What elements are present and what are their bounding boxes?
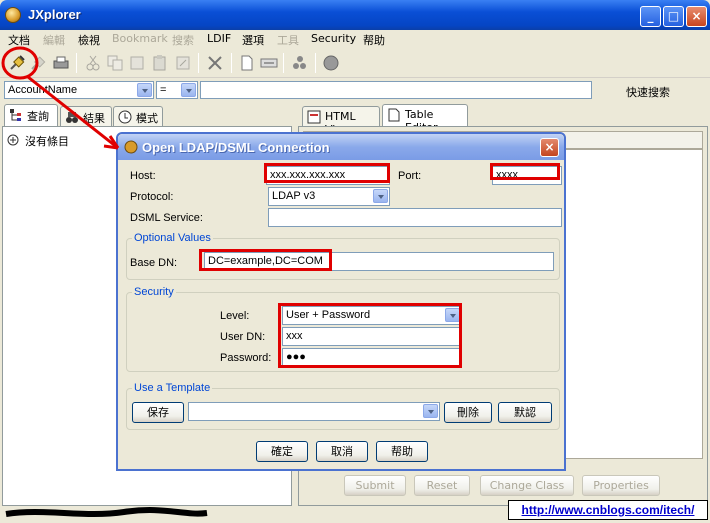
maximize-button[interactable]: □: [663, 6, 684, 27]
operator-combo[interactable]: =: [156, 81, 198, 99]
rename-icon[interactable]: [260, 54, 278, 72]
cancel-button[interactable]: 取消: [316, 441, 368, 462]
tab-html-view[interactable]: HTML View: [302, 106, 380, 136]
minimize-button[interactable]: _: [640, 6, 661, 27]
toolbar-separator: [198, 53, 199, 73]
menu-help[interactable]: 帮助: [363, 32, 385, 48]
port-highlight: [490, 163, 560, 180]
menu-ldif[interactable]: LDIF: [207, 32, 231, 45]
dialog-icon: [123, 139, 139, 158]
menu-search[interactable]: 搜索: [172, 32, 194, 48]
print-icon[interactable]: [52, 54, 70, 72]
toolbar: [0, 48, 710, 78]
dialog-title: Open LDAP/DSML Connection: [142, 140, 330, 155]
level-label: Level:: [220, 310, 250, 322]
binoculars-icon: [65, 110, 79, 124]
redaction-scribble: [4, 506, 209, 520]
menu-view[interactable]: 檢視: [78, 32, 100, 48]
ok-button[interactable]: 確定: [256, 441, 308, 462]
toolbar-separator: [76, 53, 77, 73]
html-view-icon: [307, 110, 321, 124]
attribute-value: AccountName: [8, 84, 78, 96]
userdn-label: User DN:: [220, 331, 266, 343]
dsml-label: DSML Service:: [130, 212, 203, 224]
template-title: Use a Template: [132, 382, 213, 394]
search-input[interactable]: [200, 81, 592, 99]
password-label: Password:: [220, 352, 272, 364]
submit-button[interactable]: Submit: [344, 475, 406, 496]
host-highlight: [264, 163, 390, 183]
menu-bookmark[interactable]: Bookmark: [112, 32, 168, 45]
port-label: Port:: [398, 170, 422, 182]
dialog-close-button[interactable]: ×: [540, 138, 559, 157]
copy-icon[interactable]: [106, 54, 124, 72]
attribute-combo[interactable]: AccountName: [4, 81, 154, 99]
menu-file[interactable]: 文档: [8, 32, 30, 48]
chevron-down-icon[interactable]: [423, 404, 438, 418]
properties-button[interactable]: Properties: [582, 475, 660, 496]
disconnect-icon[interactable]: [29, 54, 47, 72]
menu-security[interactable]: Security: [311, 32, 356, 45]
toolbar-separator: [231, 53, 232, 73]
save-template-button[interactable]: 保存: [132, 402, 184, 423]
app-icon: [5, 7, 21, 23]
optional-values-title: Optional Values: [132, 232, 213, 244]
footer-url[interactable]: http://www.cnblogs.com/itech/: [508, 500, 708, 520]
basedn-label: Base DN:: [130, 257, 178, 269]
delete-template-button[interactable]: 刪除: [444, 402, 492, 423]
quick-search-button[interactable]: 快速搜索: [626, 84, 670, 100]
window-title: JXplorer: [28, 7, 81, 22]
connect-plug-icon[interactable]: [8, 54, 26, 72]
template-select[interactable]: [188, 402, 440, 421]
reset-button[interactable]: Reset: [414, 475, 470, 496]
security-highlight: [278, 303, 462, 368]
close-button[interactable]: ×: [686, 6, 707, 27]
chevron-down-icon[interactable]: [181, 83, 196, 97]
host-label: Host:: [130, 170, 156, 182]
chevron-down-icon[interactable]: [373, 189, 388, 203]
tree-icon: [9, 108, 23, 122]
title-bar[interactable]: JXplorer _ □ ×: [0, 0, 710, 30]
tab-explore[interactable]: 查詢: [4, 104, 58, 127]
menu-bar: 文档 編輯 檢視 Bookmark 搜索 LDIF 選項 工具 Security…: [0, 30, 710, 48]
toolbar-separator: [315, 53, 316, 73]
cut-icon[interactable]: [84, 54, 102, 72]
toolbar-separator: [283, 53, 284, 73]
schema-icon: [118, 110, 132, 124]
stop-icon[interactable]: [322, 54, 340, 72]
tree-root-icon: [6, 133, 20, 150]
menu-tools[interactable]: 工具: [277, 32, 299, 48]
paste-icon[interactable]: [151, 54, 169, 72]
refresh-tree-icon[interactable]: [291, 54, 309, 72]
protocol-select[interactable]: LDAP v3: [268, 187, 390, 206]
paste-alias-icon[interactable]: [174, 54, 192, 72]
protocol-label: Protocol:: [130, 191, 174, 203]
tree-root-label[interactable]: 沒有條目: [25, 133, 69, 149]
new-entry-icon[interactable]: [238, 54, 256, 72]
basedn-highlight: [199, 249, 332, 271]
dsml-field[interactable]: [268, 208, 562, 227]
delete-icon[interactable]: [206, 54, 224, 72]
security-title: Security: [132, 286, 176, 298]
chevron-down-icon[interactable]: [137, 83, 152, 97]
copy-dn-icon[interactable]: [128, 54, 146, 72]
operator-value: =: [160, 84, 167, 96]
change-class-button[interactable]: Change Class: [480, 475, 574, 496]
help-button[interactable]: 帮助: [376, 441, 428, 462]
dialog-title-bar[interactable]: Open LDAP/DSML Connection ×: [118, 134, 564, 160]
tab-schema[interactable]: 模式: [113, 106, 163, 127]
table-editor-icon: [387, 108, 401, 122]
menu-options[interactable]: 選項: [242, 32, 264, 48]
tab-table-editor[interactable]: Table Editor: [382, 104, 468, 134]
menu-edit[interactable]: 編輯: [43, 32, 65, 48]
tab-results[interactable]: 結果: [60, 106, 112, 127]
default-template-button[interactable]: 默認: [498, 402, 552, 423]
